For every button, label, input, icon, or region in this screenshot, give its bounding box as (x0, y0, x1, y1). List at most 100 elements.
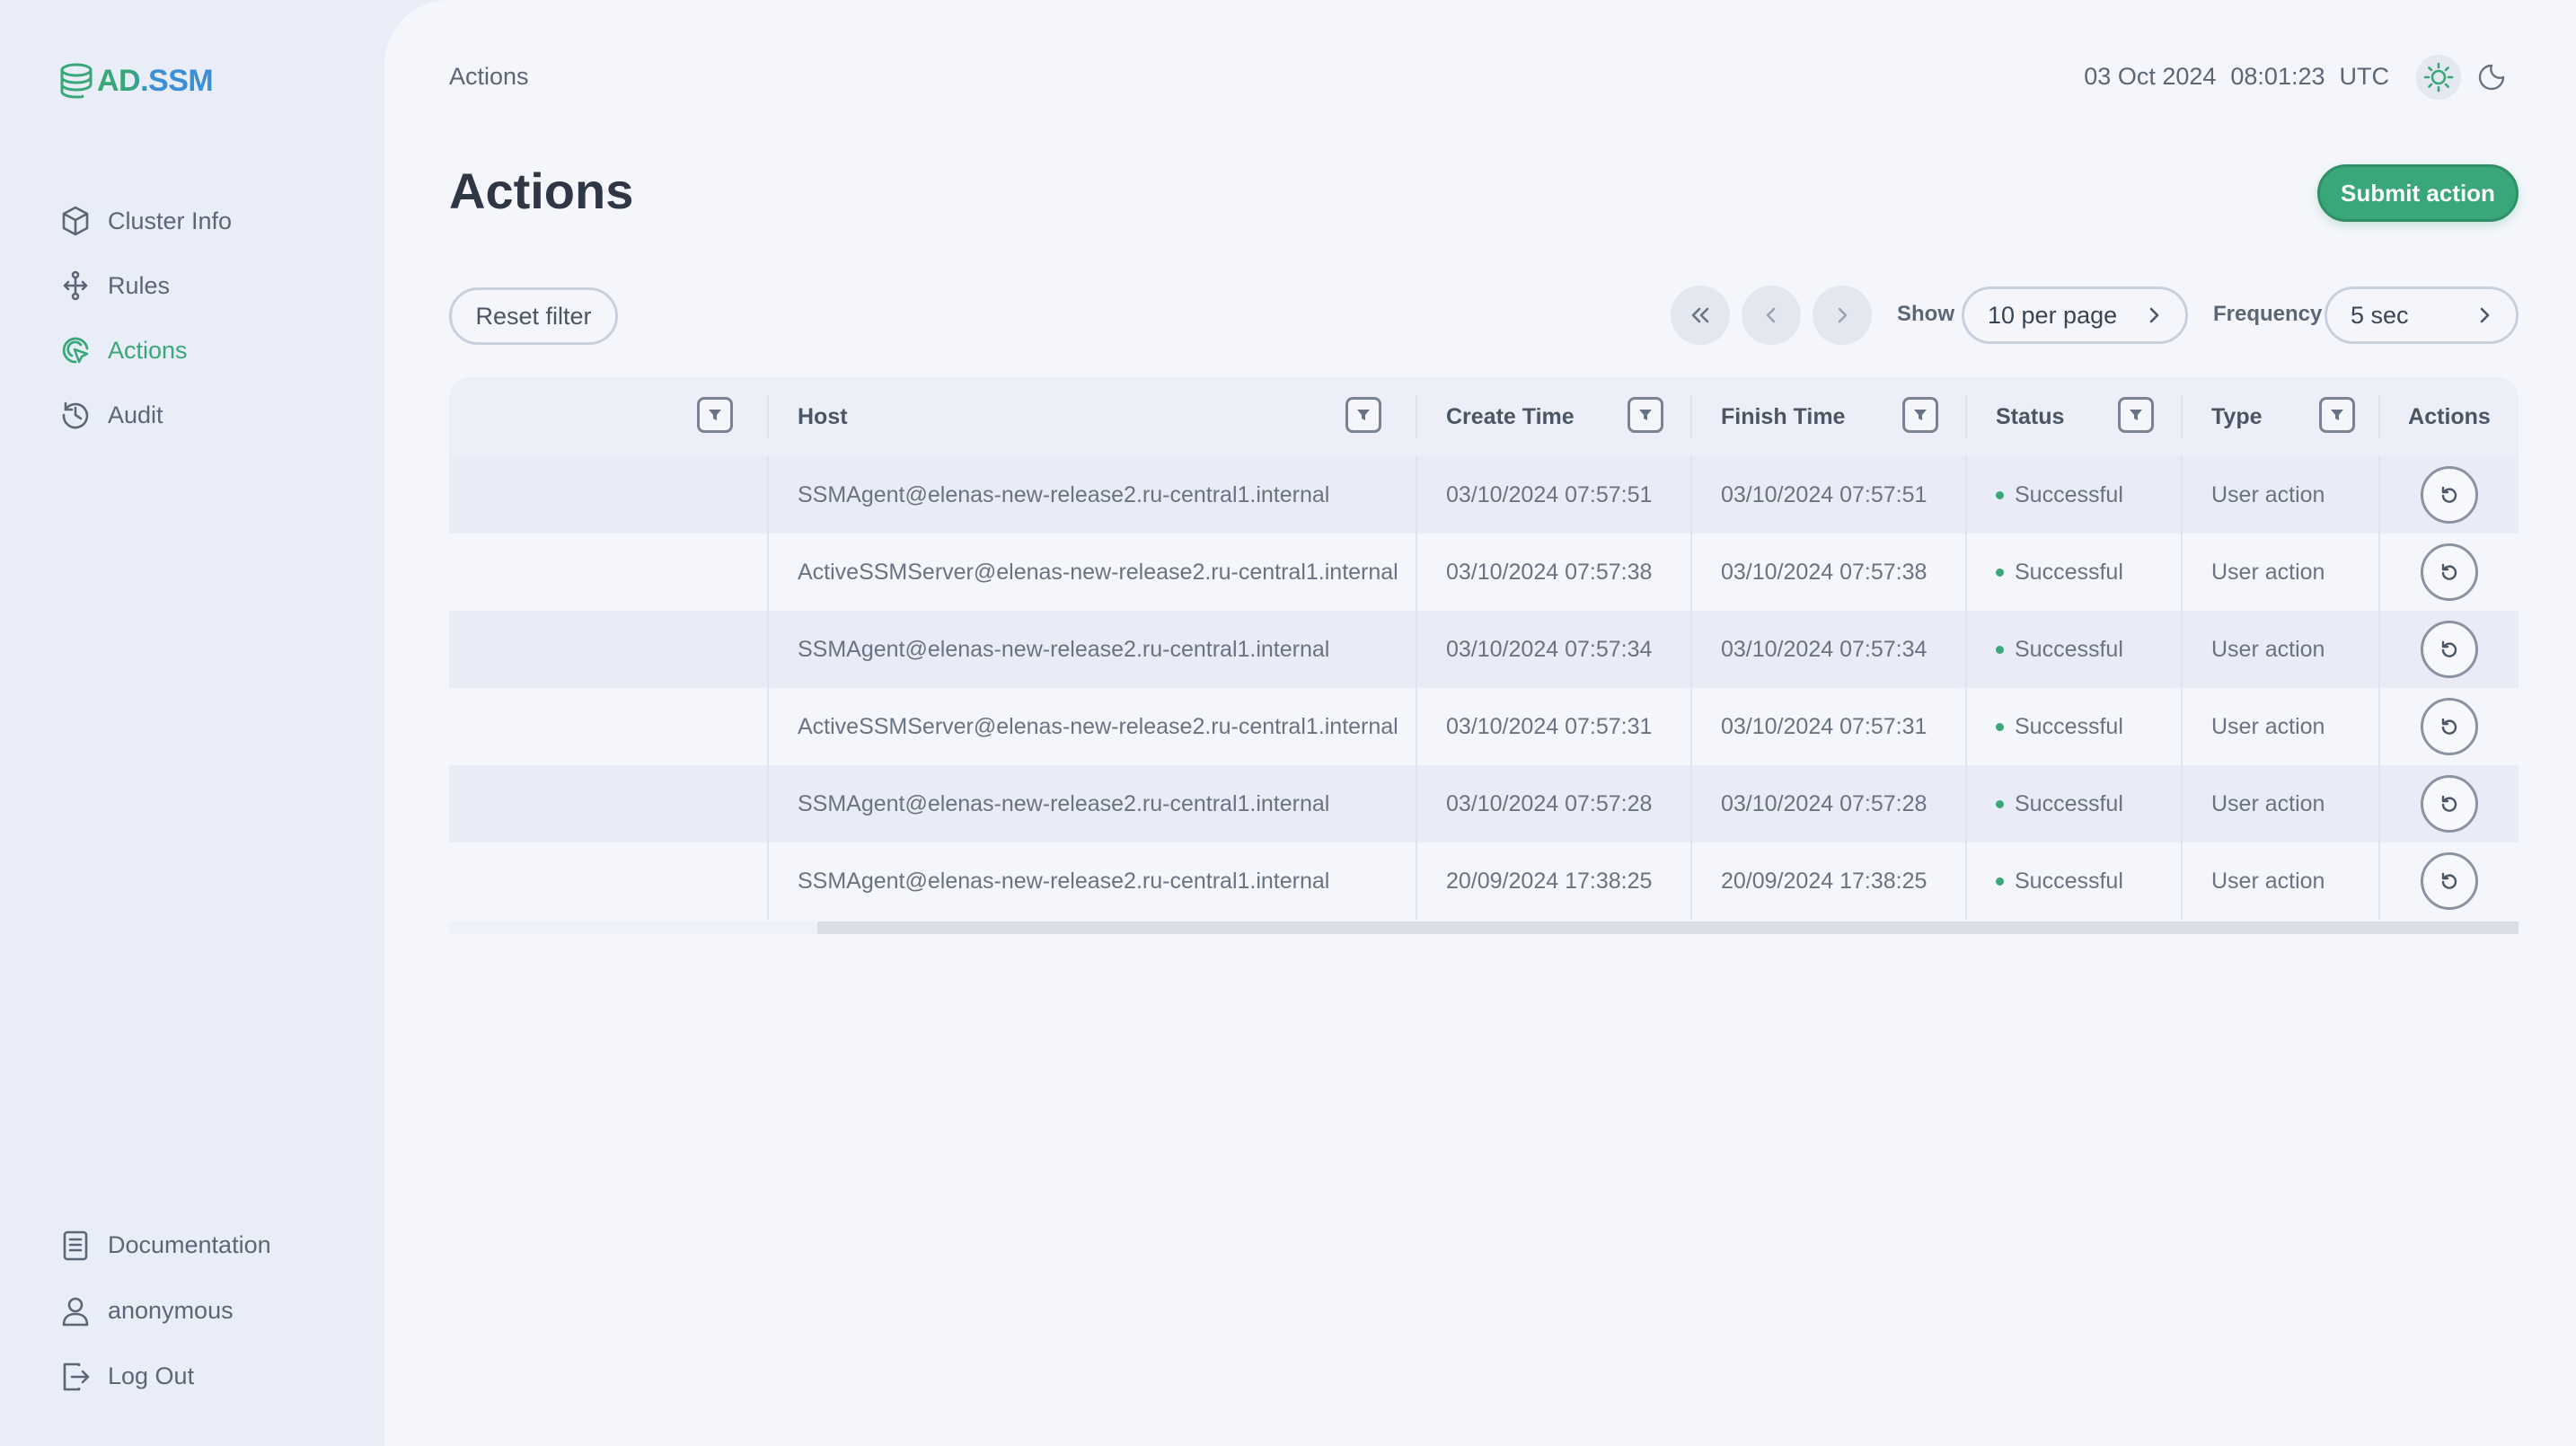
status-badge: Successful (2015, 636, 2123, 662)
sidebar-item-label: Actions (108, 336, 188, 364)
finish-time-cell: 03/10/2024 07:57:51 (1692, 456, 1967, 533)
status-cell: Successful (1967, 765, 2183, 842)
column-header-status: Status (1967, 377, 2183, 456)
light-theme-button[interactable] (2416, 55, 2461, 100)
host-cell: SSMAgent@elenas-new-release2.ru-central1… (769, 842, 1417, 920)
table-row: SSMAgent@elenas-new-release2.ru-central1… (449, 842, 2519, 920)
sidebar-item-documentation[interactable]: Documentation (59, 1212, 271, 1278)
restart-action-button[interactable] (2421, 621, 2478, 678)
column-header-select (449, 377, 769, 456)
table-horizontal-scrollbar[interactable] (449, 921, 2519, 934)
sidebar-item-cluster-info[interactable]: Cluster Info (59, 189, 232, 253)
document-icon (63, 1230, 88, 1260)
restart-action-button[interactable] (2421, 466, 2478, 524)
create-time-cell: 20/09/2024 17:38:25 (1417, 842, 1692, 920)
sidebar-item-actions[interactable]: Actions (59, 318, 232, 383)
finish-time-cell: 03/10/2024 07:57:34 (1692, 611, 1967, 688)
finish-time-cell: 03/10/2024 07:57:28 (1692, 765, 1967, 842)
double-chevron-left-icon (1691, 307, 1709, 323)
filter-icon[interactable] (1902, 397, 1938, 433)
column-header-type: Type (2183, 377, 2380, 456)
previous-page-button[interactable] (1742, 286, 1801, 345)
type-cell: User action (2183, 765, 2380, 842)
sun-icon (2423, 62, 2454, 93)
column-header-host: Host (769, 377, 1417, 456)
restart-icon (2441, 563, 2457, 580)
status-dot (1996, 490, 2004, 499)
type-cell: User action (2183, 611, 2380, 688)
restart-icon (2441, 872, 2457, 889)
pagination-controls: Show 10 per page Frequency 5 sec (384, 286, 2576, 347)
show-label: Show (1897, 302, 1954, 326)
filter-icon[interactable] (1628, 397, 1663, 433)
bottom-nav: Documentation anonymous Log Out (59, 1212, 271, 1409)
sidebar-item-logout[interactable]: Log Out (59, 1344, 271, 1409)
status-cell: Successful (1967, 456, 2183, 533)
audit-icon (62, 401, 89, 429)
restart-action-button[interactable] (2421, 775, 2478, 833)
status-dot (1996, 568, 2004, 577)
clock-timezone: UTC (2339, 63, 2390, 90)
type-cell: User action (2183, 688, 2380, 765)
per-page-select[interactable]: 10 per page (1962, 287, 2188, 344)
filter-icon[interactable] (697, 397, 733, 433)
next-page-button[interactable] (1813, 286, 1872, 345)
scrollbar-thumb[interactable] (817, 921, 2519, 934)
sidebar-item-user[interactable]: anonymous (59, 1278, 271, 1344)
restart-action-button[interactable] (2421, 852, 2478, 910)
status-badge: Successful (2015, 481, 2123, 507)
first-page-button[interactable] (1671, 286, 1730, 345)
column-header-create-time: Create Time (1417, 377, 1692, 456)
status-badge: Successful (2015, 868, 2123, 894)
sidebar-item-label: Documentation (108, 1231, 271, 1258)
status-dot (1996, 799, 2004, 808)
filter-icon[interactable] (1345, 397, 1381, 433)
frequency-select[interactable]: 5 sec (2325, 287, 2519, 344)
actions-table: Host Create Time Finish Time Status Type… (449, 377, 2519, 920)
logo[interactable]: AD.SSM (59, 59, 214, 102)
restart-action-button[interactable] (2421, 698, 2478, 755)
host-cell: SSMAgent@elenas-new-release2.ru-central1… (769, 456, 1417, 533)
create-time-cell: 03/10/2024 07:57:38 (1417, 533, 1692, 611)
restart-icon (2441, 795, 2457, 812)
finish-time-cell: 03/10/2024 07:57:31 (1692, 688, 1967, 765)
frequency-value: 5 sec (2351, 301, 2409, 329)
database-logo-icon (60, 63, 93, 99)
column-header-actions: Actions (2408, 403, 2491, 429)
status-cell: Successful (1967, 842, 2183, 920)
main-nav: Cluster Info Rules Actions Audit (59, 189, 232, 447)
sidebar-item-label: Log Out (108, 1362, 195, 1389)
restart-action-button[interactable] (2421, 543, 2478, 601)
type-cell: User action (2183, 533, 2380, 611)
column-header-finish-time: Finish Time (1692, 377, 1967, 456)
server-clock: 03 Oct 2024 08:01:23 UTC (2084, 63, 2389, 91)
status-dot (1996, 722, 2004, 731)
page-title: Actions (449, 163, 634, 219)
finish-time-cell: 03/10/2024 07:57:38 (1692, 533, 1967, 611)
sidebar-item-rules[interactable]: Rules (59, 253, 232, 318)
actions-icon (62, 337, 89, 364)
filter-icon[interactable] (2118, 397, 2154, 433)
table-row: SSMAgent@elenas-new-release2.ru-central1… (449, 611, 2519, 688)
dark-theme-button[interactable] (2474, 59, 2510, 95)
table-row: ActiveSSMServer@elenas-new-release2.ru-c… (449, 533, 2519, 611)
flow-icon (63, 270, 88, 301)
status-cell: Successful (1967, 688, 2183, 765)
restart-icon (2441, 486, 2457, 503)
filter-icon[interactable] (2319, 397, 2355, 433)
sidebar: AD.SSM Cluster Info Rules Actions Audit … (0, 0, 384, 1446)
chevron-right-icon (2480, 307, 2490, 323)
host-cell: SSMAgent@elenas-new-release2.ru-central1… (769, 765, 1417, 842)
per-page-value: 10 per page (1988, 301, 2118, 329)
clock-time: 08:01:23 (2230, 63, 2325, 90)
sidebar-item-label: Rules (108, 271, 171, 299)
sidebar-item-audit[interactable]: Audit (59, 383, 232, 447)
submit-action-button[interactable]: Submit action (2317, 164, 2519, 222)
finish-time-cell: 20/09/2024 17:38:25 (1692, 842, 1967, 920)
create-time-cell: 03/10/2024 07:57:31 (1417, 688, 1692, 765)
type-cell: User action (2183, 842, 2380, 920)
status-cell: Successful (1967, 611, 2183, 688)
cube-icon (62, 206, 89, 236)
create-time-cell: 03/10/2024 07:57:51 (1417, 456, 1692, 533)
chevron-right-icon (1838, 307, 1848, 323)
